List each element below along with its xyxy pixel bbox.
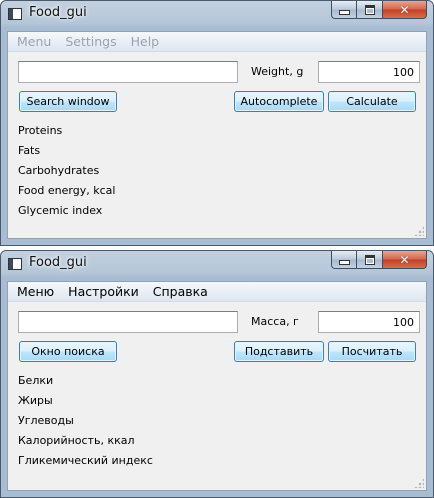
minimize-button[interactable] xyxy=(331,1,357,19)
window-app-icon[interactable] xyxy=(8,258,22,270)
nutrient-label-glycemic-index: Glycemic index xyxy=(18,204,103,217)
weight-label: Weight, g xyxy=(251,65,304,78)
nutrient-label-proteins: Proteins xyxy=(18,124,63,137)
resize-grip-icon[interactable] xyxy=(414,478,424,488)
title-bar[interactable]: Food_gui ✕ xyxy=(1,1,433,27)
menu-bar: Меню Настройки Справка xyxy=(8,282,426,302)
search-window-button[interactable]: Окно поиска xyxy=(19,341,117,362)
window-title: Food_gui xyxy=(29,255,87,270)
weight-input[interactable] xyxy=(318,61,420,83)
search-window-button[interactable]: Search window xyxy=(19,91,117,112)
maximize-icon xyxy=(364,254,375,265)
nutrient-label-proteins: Белки xyxy=(18,374,54,387)
search-input[interactable] xyxy=(18,61,238,83)
nutrient-label-energy: Food energy, kcal xyxy=(18,184,116,197)
menu-item-menu[interactable]: Меню xyxy=(10,282,61,301)
close-icon: ✕ xyxy=(399,252,410,267)
window-russian: Food_gui ✕ Меню Настройки Справка Масса,… xyxy=(0,250,434,498)
minimize-button[interactable] xyxy=(331,251,357,269)
nutrient-label-energy: Калорийность, ккал xyxy=(18,434,135,447)
close-button[interactable]: ✕ xyxy=(383,251,427,269)
minimize-icon xyxy=(338,10,350,15)
window-app-icon[interactable] xyxy=(8,8,22,20)
title-bar[interactable]: Food_gui ✕ xyxy=(1,251,433,277)
resize-grip-icon[interactable] xyxy=(414,226,424,236)
calculate-button[interactable]: Посчитать xyxy=(328,341,416,362)
weight-input[interactable] xyxy=(318,311,420,333)
maximize-button[interactable] xyxy=(357,1,383,19)
menu-item-menu[interactable]: Menu xyxy=(10,32,58,51)
menu-item-help[interactable]: Help xyxy=(124,32,167,51)
calculate-button[interactable]: Calculate xyxy=(328,91,416,112)
menu-bar: Menu Settings Help xyxy=(8,32,426,52)
client-area: Menu Settings Help Weight, g Search wind… xyxy=(7,31,427,239)
close-button[interactable]: ✕ xyxy=(383,1,427,19)
maximize-button[interactable] xyxy=(357,251,383,269)
nutrient-label-fats: Fats xyxy=(18,144,41,157)
client-area: Меню Настройки Справка Масса, г Окно пои… xyxy=(7,281,427,491)
nutrient-label-carbohydrates: Carbohydrates xyxy=(18,164,100,177)
nutrient-label-fats: Жиры xyxy=(18,394,53,407)
menu-item-settings[interactable]: Настройки xyxy=(61,282,146,301)
weight-label: Масса, г xyxy=(251,315,299,328)
window-english: Food_gui ✕ Menu Settings Help Weight, g … xyxy=(0,0,434,246)
nutrient-label-glycemic-index: Гликемический индекс xyxy=(18,454,153,467)
close-icon: ✕ xyxy=(399,2,410,17)
nutrient-label-carbohydrates: Углеводы xyxy=(18,414,74,427)
minimize-icon xyxy=(338,260,350,265)
window-title: Food_gui xyxy=(29,5,87,20)
autocomplete-button[interactable]: Autocomplete xyxy=(234,91,324,112)
maximize-icon xyxy=(364,4,375,15)
autocomplete-button[interactable]: Подставить xyxy=(234,341,324,362)
menu-item-settings[interactable]: Settings xyxy=(58,32,123,51)
menu-item-help[interactable]: Справка xyxy=(146,282,215,301)
search-input[interactable] xyxy=(18,311,238,333)
